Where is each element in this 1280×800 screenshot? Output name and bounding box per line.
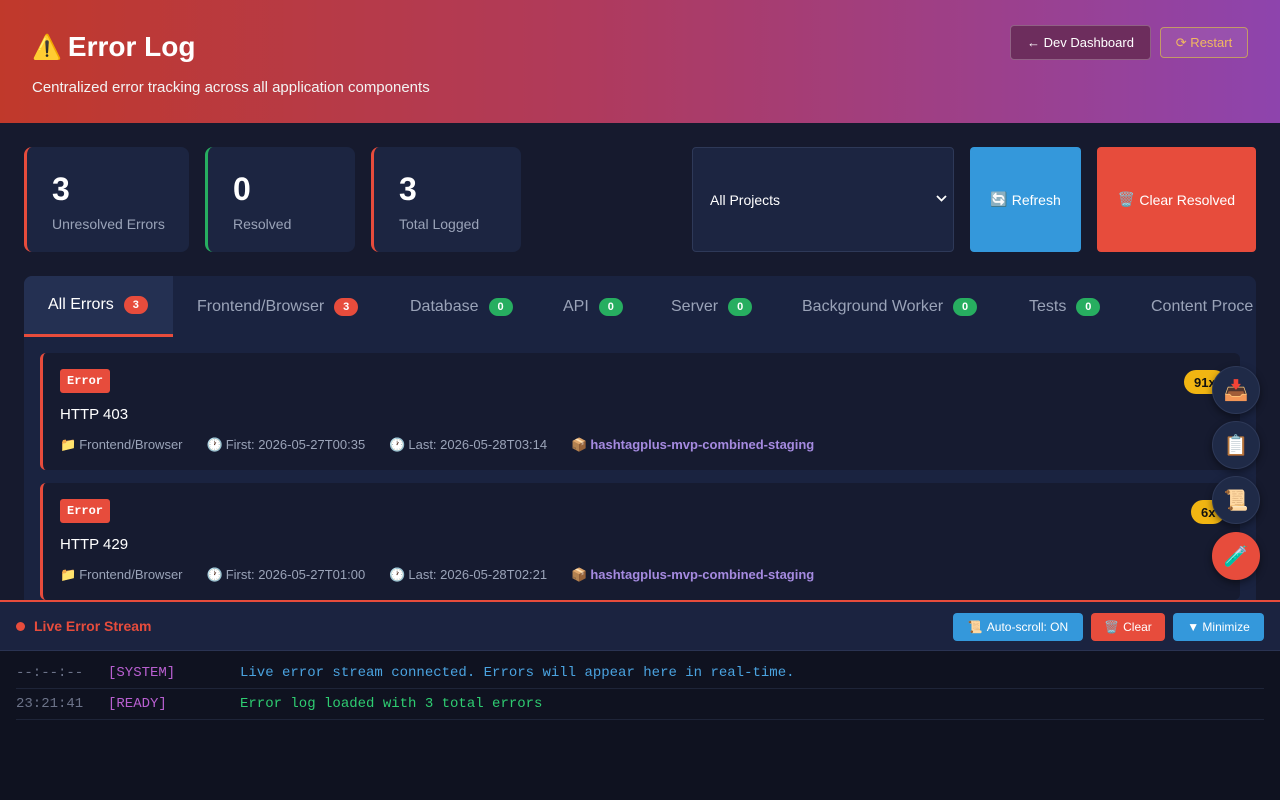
trash-icon: 🗑️ [1104, 620, 1120, 634]
tab-label: Tests [1029, 297, 1067, 315]
page-header: ⚠️ Error Log Centralized error tracking … [0, 0, 1280, 123]
clock-icon: 🕐 [206, 437, 223, 452]
stat-value: 3 [399, 171, 417, 207]
clear-label: Clear [1123, 620, 1152, 634]
stat-label: Unresolved Errors [52, 216, 165, 232]
stat-card-resolved: 0 Resolved [205, 147, 355, 252]
refresh-icon: 🔄 [990, 191, 1008, 207]
log-message: Live error stream connected. Errors will… [240, 665, 795, 681]
tab-api[interactable]: API 0 [563, 276, 623, 337]
tab-count-badge: 0 [728, 297, 753, 316]
refresh-label: Refresh [1011, 191, 1061, 208]
scroll-icon: 📜 [967, 620, 983, 634]
tab-label: Content Proce [1151, 297, 1254, 315]
trash-icon: 🗑️ [1117, 191, 1136, 207]
clear-stream-button[interactable]: 🗑️ Clear [1091, 613, 1165, 641]
tab-database[interactable]: Database 0 [410, 276, 513, 337]
stat-value: 0 [233, 171, 251, 207]
clock-icon: 🕐 [206, 567, 223, 582]
live-indicator-dot [16, 622, 25, 631]
error-type-badge: Error [60, 499, 111, 523]
clear-resolved-label: Clear Resolved [1139, 191, 1236, 208]
error-title: HTTP 403 [60, 406, 129, 423]
error-first-seen: 🕐 First: 2026-05-27T01:00 [206, 567, 366, 582]
stat-card-unresolved: 3 Unresolved Errors [24, 147, 189, 252]
error-category: 📁 Frontend/Browser [60, 437, 183, 452]
autoscroll-toggle-button[interactable]: 📜 Auto-scroll: ON [953, 613, 1083, 641]
log-time: 23:21:41 [16, 696, 84, 712]
log-tag: [SYSTEM] [108, 665, 176, 681]
clock-icon: 🕐 [389, 567, 406, 582]
tab-label: Background Worker [802, 297, 944, 315]
stat-label: Resolved [233, 216, 292, 232]
tab-count-badge: 0 [488, 297, 513, 316]
live-error-stream: Live Error Stream 📜 Auto-scroll: ON 🗑️ C… [0, 600, 1280, 800]
stat-card-total: 3 Total Logged [371, 147, 521, 252]
tab-label: Server [671, 297, 719, 315]
error-type-badge: Error [60, 369, 111, 393]
tab-content-processing[interactable]: Content Proce [1151, 276, 1253, 337]
error-title: HTTP 429 [60, 536, 129, 553]
tab-count-badge: 0 [1076, 297, 1101, 316]
page-title-text: Error Log [67, 31, 196, 62]
log-message: Error log loaded with 3 total errors [240, 696, 543, 712]
error-project-link[interactable]: 📦 hashtagplus-mvp-combined-staging [571, 567, 814, 583]
log-time: --:--:-- [16, 665, 84, 681]
tab-all-errors[interactable]: All Errors 3 [24, 276, 173, 337]
tab-frontend-browser[interactable]: Frontend/Browser 3 [197, 276, 359, 337]
error-meta: 📁 Frontend/Browser 🕐 First: 2026-05-27T01:… [60, 567, 814, 583]
tab-label: Frontend/Browser [197, 297, 325, 315]
error-card[interactable]: Error HTTP 403 📁 Frontend/Browser 🕐 First:… [40, 353, 1240, 470]
project-select-value: All Projects [710, 191, 781, 208]
restart-button[interactable]: ⟳ Restart [1160, 27, 1248, 58]
dev-dashboard-button[interactable]: ← Dev Dashboard [1010, 25, 1151, 60]
tab-count-badge: 3 [123, 296, 148, 314]
test-tube-icon[interactable]: 🧪 [1212, 532, 1260, 580]
stream-title: Live Error Stream [34, 618, 152, 634]
stat-value: 3 [52, 171, 70, 207]
inbox-icon[interactable]: 📥 [1212, 366, 1260, 414]
clipboard-icon[interactable]: 📋 [1212, 421, 1260, 469]
category-tabs: All Errors 3 Frontend/Browser 3 Database… [24, 276, 1256, 337]
project-select[interactable]: All Projects [692, 147, 954, 252]
autoscroll-label: Auto-scroll: ON [986, 620, 1069, 634]
chevron-down-icon [936, 194, 947, 205]
error-project-link[interactable]: 📦 hashtagplus-mvp-combined-staging [571, 437, 814, 453]
refresh-button[interactable]: 🔄 Refresh [970, 147, 1081, 252]
tab-count-badge: 0 [953, 297, 978, 316]
minimize-stream-button[interactable]: ▼ Minimize [1173, 613, 1264, 641]
page-title: ⚠️ Error Log [32, 31, 195, 63]
error-last-seen: 🕐 Last: 2026-05-28T02:21 [389, 567, 548, 582]
folder-icon: 📁 [60, 437, 77, 452]
tab-count-badge: 3 [334, 297, 359, 316]
tab-label: API [563, 297, 589, 315]
clear-resolved-button[interactable]: 🗑️ Clear Resolved [1097, 147, 1256, 252]
log-tag: [READY] [108, 696, 167, 712]
tab-background-worker[interactable]: Background Worker 0 [802, 276, 978, 337]
error-first-seen: 🕐 First: 2026-05-27T00:35 [206, 437, 366, 452]
clock-icon: 🕐 [389, 437, 406, 452]
error-card[interactable]: Error HTTP 429 📁 Frontend/Browser 🕐 First:… [40, 483, 1240, 600]
folder-icon: 📁 [60, 567, 77, 582]
errors-panel: All Errors 3 Frontend/Browser 3 Database… [24, 276, 1256, 606]
tab-label: All Errors [48, 296, 114, 313]
package-icon: 📦 [571, 567, 588, 582]
tab-label: Database [410, 297, 479, 315]
error-last-seen: 🕐 Last: 2026-05-28T03:14 [389, 437, 548, 452]
log-line: 23:21:41 [READY] Error log loaded with 3… [16, 689, 1264, 720]
warning-icon: ⚠️ [32, 33, 62, 61]
tab-tests[interactable]: Tests 0 [1029, 276, 1101, 337]
error-category: 📁 Frontend/Browser [60, 567, 183, 582]
page-subtitle: Centralized error tracking across all ap… [32, 79, 430, 96]
tab-server[interactable]: Server 0 [671, 276, 753, 337]
error-meta: 📁 Frontend/Browser 🕐 First: 2026-05-27T00:… [60, 437, 814, 453]
log-line: --:--:-- [SYSTEM] Live error stream conn… [16, 658, 1264, 689]
stat-label: Total Logged [399, 216, 480, 232]
stream-header: Live Error Stream 📜 Auto-scroll: ON 🗑️ C… [0, 602, 1280, 651]
scroll-icon[interactable]: 📜 [1212, 476, 1260, 524]
package-icon: 📦 [571, 437, 588, 452]
tab-count-badge: 0 [598, 297, 623, 316]
